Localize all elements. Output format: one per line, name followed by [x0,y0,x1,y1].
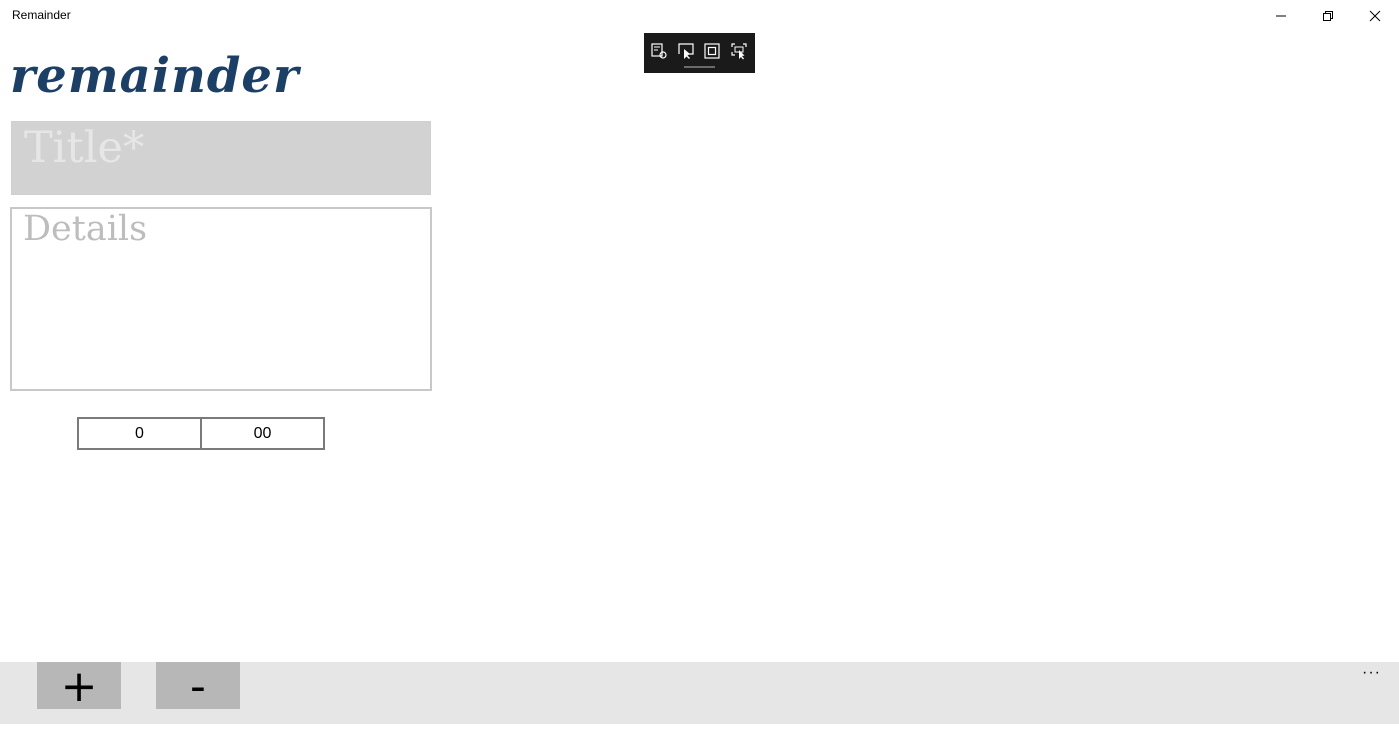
layout-adorners-button[interactable] [702,41,722,61]
minimize-button[interactable] [1258,0,1304,32]
close-button[interactable] [1352,0,1398,32]
close-icon [1369,10,1381,22]
display-layout-adorners-icon [704,43,720,59]
bottom-app-bar: + - ··· [0,662,1399,724]
live-visual-tree-icon [651,43,667,59]
minute-selector[interactable]: 00 [200,419,323,448]
track-focused-element-icon [731,43,747,60]
title-bar: Remainder [0,0,1399,32]
remove-button[interactable]: - [156,662,240,709]
debug-toolbar [644,33,755,73]
select-element-icon [678,43,694,59]
time-picker[interactable]: 0 00 [77,417,325,450]
add-button[interactable]: + [37,662,121,709]
select-element-button[interactable] [676,41,696,61]
minimize-icon [1276,15,1286,17]
restore-button[interactable] [1305,0,1351,32]
details-placeholder: Details [23,209,148,249]
app-title: Remainder [12,8,71,22]
live-visual-tree-button[interactable] [649,41,669,61]
more-options-button[interactable]: ··· [1362,664,1381,682]
hour-selector[interactable]: 0 [79,419,200,448]
app-logo: remainder [10,48,300,104]
title-field[interactable]: Title* [11,121,431,195]
toolbar-collapse-handle[interactable] [684,66,715,68]
track-focus-button[interactable] [729,41,749,61]
title-placeholder: Title* [24,123,145,173]
details-field[interactable]: Details [10,207,432,391]
restore-icon [1323,11,1333,21]
